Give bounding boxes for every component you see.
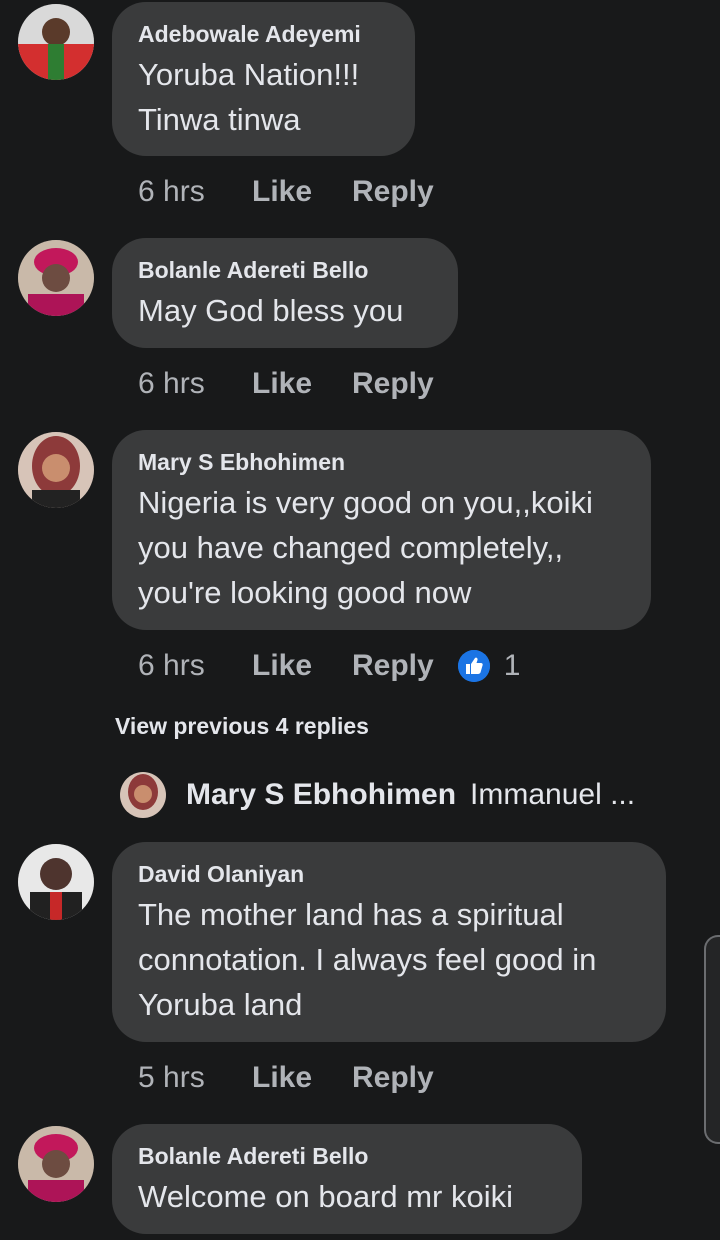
- comment-text: Yoruba Nation!!! Tinwa tinwa: [138, 57, 360, 137]
- comment-text: Nigeria is very good on you,,koiki you h…: [138, 485, 593, 610]
- comment-author[interactable]: Bolanle Adereti Bello: [138, 1142, 556, 1170]
- reply-preview[interactable]: Mary S Ebhohimen Immanuel ...: [120, 770, 635, 820]
- comment-bubble[interactable]: Adebowale Adeyemi Yoruba Nation!!! Tinwa…: [112, 2, 415, 156]
- comment-timestamp[interactable]: 6 hrs: [138, 175, 252, 209]
- reply-button[interactable]: Reply: [352, 1061, 434, 1095]
- comment-actions: 6 hrs Like Reply: [138, 172, 434, 212]
- view-previous-replies-link[interactable]: View previous 4 replies: [115, 713, 369, 740]
- reply-button[interactable]: Reply: [352, 175, 434, 209]
- like-button[interactable]: Like: [252, 367, 352, 401]
- avatar[interactable]: [18, 432, 94, 508]
- comment-text: Welcome on board mr koiki: [138, 1179, 514, 1214]
- like-button[interactable]: Like: [252, 175, 352, 209]
- avatar[interactable]: [18, 1126, 94, 1202]
- thumbs-up-icon: [457, 650, 490, 682]
- avatar[interactable]: [18, 4, 94, 80]
- comment-bubble[interactable]: Bolanle Adereti Bello May God bless you: [112, 238, 458, 348]
- scroll-handle[interactable]: [704, 935, 720, 1144]
- comment-author[interactable]: Mary S Ebhohimen: [138, 448, 625, 476]
- like-button[interactable]: Like: [252, 1061, 352, 1095]
- like-button[interactable]: Like: [252, 649, 352, 683]
- reaction-count: 1: [503, 649, 521, 682]
- comment-author[interactable]: David Olaniyan: [138, 860, 640, 888]
- reaction-summary[interactable]: 1: [457, 649, 521, 683]
- reply-button[interactable]: Reply: [352, 367, 434, 401]
- comment-bubble[interactable]: David Olaniyan The mother land has a spi…: [112, 842, 666, 1042]
- comment-bubble[interactable]: Bolanle Adereti Bello Welcome on board m…: [112, 1124, 582, 1234]
- comment-text: The mother land has a spiritual connotat…: [138, 897, 597, 1022]
- comment-author[interactable]: Bolanle Adereti Bello: [138, 256, 432, 284]
- reply-preview-text: Immanuel ...: [470, 778, 636, 811]
- comment-author[interactable]: Adebowale Adeyemi: [138, 20, 389, 48]
- comment-actions: 5 hrs Like Reply: [138, 1058, 434, 1098]
- reply-preview-author: Mary S Ebhohimen: [186, 778, 457, 811]
- comment-timestamp[interactable]: 5 hrs: [138, 1061, 252, 1095]
- comment-timestamp[interactable]: 6 hrs: [138, 649, 252, 683]
- comment-bubble[interactable]: Mary S Ebhohimen Nigeria is very good on…: [112, 430, 651, 630]
- comment-timestamp[interactable]: 6 hrs: [138, 367, 252, 401]
- reply-button[interactable]: Reply: [352, 649, 434, 683]
- avatar[interactable]: [18, 240, 94, 316]
- comment-actions: 6 hrs Like Reply: [138, 364, 434, 404]
- avatar: [120, 772, 166, 818]
- comment-actions: 6 hrs Like Reply 1: [138, 646, 520, 686]
- avatar[interactable]: [18, 844, 94, 920]
- comment-text: May God bless you: [138, 293, 404, 328]
